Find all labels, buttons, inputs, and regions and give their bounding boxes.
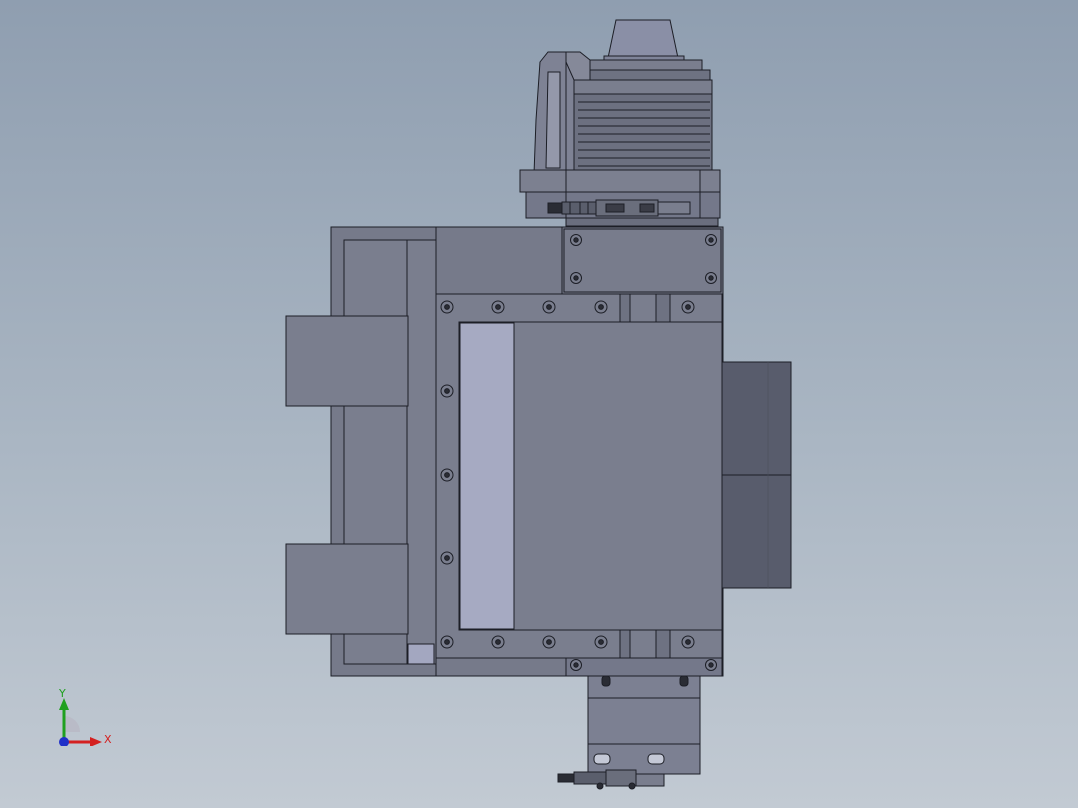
triad-y-label: Y [59,687,66,700]
left-clamp-upper [285,315,409,407]
right-motor-block [721,361,792,589]
spindle-nose [587,675,701,775]
triad-x-label: X [104,733,112,746]
air-fitting-top [547,199,691,217]
triad-arrows-icon [59,698,102,746]
top-right-cap-plate [563,228,722,293]
front-frame-plate [435,293,723,659]
graphics-viewport[interactable]: Y X [0,0,1078,808]
cad-model-spindle-head[interactable] [0,0,1078,808]
tool-holder-cone [603,19,685,63]
motor-base-plate [519,169,721,227]
orientation-triad[interactable]: Y X [48,686,128,756]
bottom-strip [565,657,723,677]
cooling-fins [569,93,713,171]
motor-flange [569,59,713,95]
left-clamp-lower [285,543,409,635]
